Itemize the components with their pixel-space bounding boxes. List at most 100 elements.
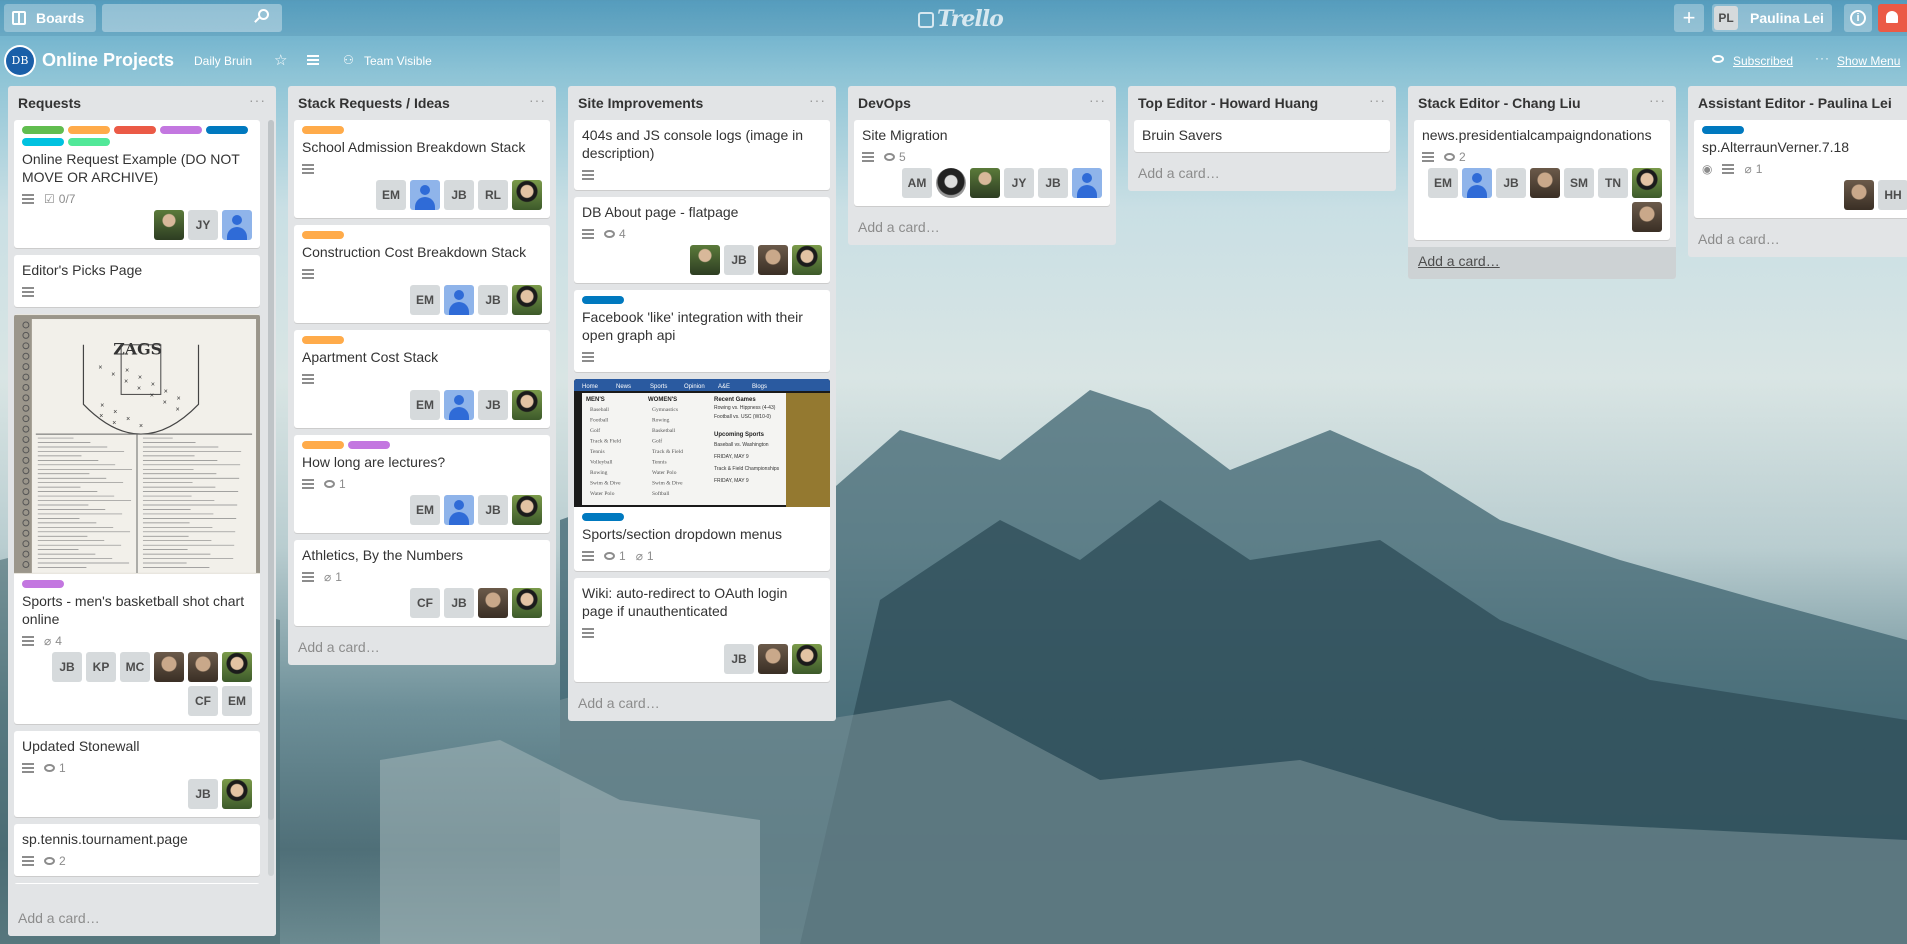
member-avatar[interactable]: EM	[410, 390, 440, 420]
member-avatar[interactable]: HH	[1878, 180, 1907, 210]
member-avatar[interactable]	[1632, 202, 1662, 232]
card[interactable]: sp.AlterraunVerner.7.18 ◉ ⌀1 HHPL	[1694, 120, 1907, 218]
list-scrollbar-thumb[interactable]	[268, 120, 274, 820]
member-avatar[interactable]: SM	[1564, 168, 1594, 198]
star-icon[interactable]: ☆	[274, 51, 287, 69]
list-menu-icon[interactable]: ···	[1089, 92, 1106, 108]
card[interactable]: sp.tennis.tournament.page 2	[14, 824, 260, 876]
member-avatar[interactable]	[512, 495, 542, 525]
member-avatar[interactable]	[936, 168, 966, 198]
list-title[interactable]: DevOps	[858, 95, 911, 111]
list-menu-icon[interactable]: ···	[809, 92, 826, 108]
member-avatar[interactable]: JB	[1038, 168, 1068, 198]
member-avatar[interactable]: RL	[478, 180, 508, 210]
member-avatar[interactable]: JB	[478, 390, 508, 420]
card[interactable]: Editor's Picks Page	[14, 255, 260, 307]
card[interactable]: 404s and JS console logs (image in descr…	[574, 120, 830, 190]
member-avatar[interactable]	[154, 210, 184, 240]
board-menu-icon[interactable]	[307, 55, 319, 65]
member-avatar[interactable]: EM	[410, 285, 440, 315]
member-avatar[interactable]: AM	[902, 168, 932, 198]
list-title[interactable]: Site Improvements	[578, 95, 703, 111]
member-avatar[interactable]	[758, 644, 788, 674]
member-avatar[interactable]	[1632, 168, 1662, 198]
member-avatar[interactable]	[1844, 180, 1874, 210]
member-avatar[interactable]: JB	[188, 779, 218, 809]
member-avatar[interactable]	[222, 779, 252, 809]
member-avatar[interactable]	[478, 588, 508, 618]
member-avatar[interactable]	[154, 652, 184, 682]
card[interactable]: Facebook 'like' integration with their o…	[574, 290, 830, 372]
card[interactable]: ZAGS × × × × × × × × × × × × × × × × × × Sports - men's bas…	[14, 314, 260, 724]
member-avatar[interactable]	[444, 390, 474, 420]
member-avatar[interactable]	[512, 285, 542, 315]
list-title[interactable]: Top Editor - Howard Huang	[1138, 95, 1318, 111]
member-avatar[interactable]	[410, 180, 440, 210]
list-menu-icon[interactable]: ···	[529, 92, 546, 108]
card[interactable]: Bruin Savers	[1134, 120, 1390, 152]
member-avatar[interactable]	[1072, 168, 1102, 198]
list-title[interactable]: Assistant Editor - Paulina Lei	[1698, 95, 1892, 111]
member-avatar[interactable]: JB	[724, 245, 754, 275]
info-button[interactable]: i	[1844, 4, 1872, 32]
add-card-link[interactable]: Add a card…	[1408, 247, 1676, 279]
member-avatar[interactable]	[690, 245, 720, 275]
list-title[interactable]: Stack Requests / Ideas	[298, 95, 450, 111]
member-avatar[interactable]	[970, 168, 1000, 198]
visibility-label[interactable]: Team Visible	[364, 54, 432, 68]
member-avatar[interactable]	[758, 245, 788, 275]
card[interactable]: New "most popular" stories widget	[14, 883, 260, 884]
member-avatar[interactable]: JB	[52, 652, 82, 682]
card[interactable]: Updated Stonewall 1 JB	[14, 731, 260, 817]
add-card-link[interactable]: Add a card…	[848, 213, 1116, 245]
card[interactable]: DB About page - flatpage 4 JB	[574, 197, 830, 283]
card[interactable]: Online Request Example (DO NOT MOVE OR A…	[14, 120, 260, 248]
member-avatar[interactable]: JB	[724, 644, 754, 674]
member-avatar[interactable]	[512, 180, 542, 210]
search-icon[interactable]	[258, 9, 269, 20]
add-card-link[interactable]: Add a card…	[1688, 225, 1907, 257]
board-org[interactable]: Daily Bruin	[194, 54, 252, 68]
card[interactable]: Athletics, By the Numbers ⌀ 1 CF JB	[294, 540, 550, 626]
card[interactable]: Wiki: auto-redirect to OAuth login page …	[574, 578, 830, 682]
more-icon[interactable]: ···	[1815, 51, 1830, 65]
member-avatar[interactable]: JB	[444, 180, 474, 210]
add-button[interactable]: +	[1674, 4, 1704, 32]
member-avatar[interactable]: JY	[188, 210, 218, 240]
show-menu-link[interactable]: Show Menu	[1837, 54, 1900, 68]
add-card-link[interactable]: Add a card…	[1128, 159, 1396, 191]
member-avatar[interactable]: TN	[1598, 168, 1628, 198]
list-menu-icon[interactable]: ···	[1369, 92, 1386, 108]
member-avatar[interactable]: MC	[120, 652, 150, 682]
member-avatar[interactable]	[444, 285, 474, 315]
member-avatar[interactable]: EM	[1428, 168, 1458, 198]
board-title[interactable]: Online Projects	[42, 50, 174, 71]
member-avatar[interactable]: JB	[478, 495, 508, 525]
member-avatar[interactable]	[188, 652, 218, 682]
member-avatar[interactable]: JB	[478, 285, 508, 315]
member-avatar[interactable]	[512, 588, 542, 618]
member-avatar[interactable]	[222, 652, 252, 682]
card[interactable]: Site Migration 5 AM JY JB	[854, 120, 1110, 206]
user-menu-button[interactable]: PL Paulina Lei	[1712, 4, 1832, 32]
list-title[interactable]: Requests	[18, 95, 81, 111]
member-avatar[interactable]: KP	[86, 652, 116, 682]
member-avatar[interactable]	[512, 390, 542, 420]
card[interactable]: news.presidentialcampaigndonations 2 EM JB S…	[1414, 120, 1670, 240]
team-logo[interactable]: DB	[6, 47, 34, 75]
member-avatar[interactable]: EM	[222, 686, 252, 716]
card[interactable]: Construction Cost Breakdown Stack EM JB	[294, 225, 550, 323]
member-avatar[interactable]	[792, 245, 822, 275]
list-menu-icon[interactable]: ···	[249, 92, 266, 108]
member-avatar[interactable]: EM	[410, 495, 440, 525]
add-card-link[interactable]: Add a card…	[288, 633, 556, 665]
subscribed-link[interactable]: Subscribed	[1733, 54, 1793, 68]
member-avatar[interactable]: CF	[188, 686, 218, 716]
member-avatar[interactable]	[792, 644, 822, 674]
member-avatar[interactable]: EM	[376, 180, 406, 210]
member-avatar[interactable]	[1530, 168, 1560, 198]
member-avatar[interactable]	[1462, 168, 1492, 198]
member-avatar[interactable]	[444, 495, 474, 525]
boards-button[interactable]: Boards	[4, 4, 96, 32]
add-card-link[interactable]: Add a card…	[8, 904, 276, 936]
